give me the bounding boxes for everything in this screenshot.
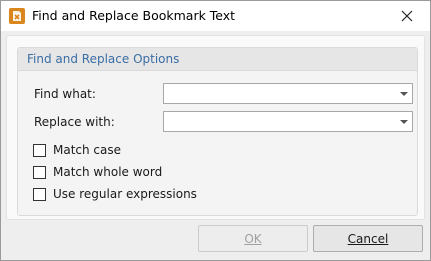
match-whole-word-checkbox[interactable]	[33, 165, 46, 179]
find-what-combobox[interactable]	[163, 83, 413, 104]
chevron-down-icon[interactable]	[400, 120, 408, 124]
ok-button-label: OK	[244, 231, 262, 246]
match-whole-word-label: Match whole word	[53, 165, 163, 179]
find-replace-options-group: Find and Replace Options Find what: Repl…	[17, 47, 418, 216]
dialog-window: Find and Replace Bookmark Text Find and …	[0, 0, 431, 261]
replace-with-label: Replace with:	[34, 115, 115, 129]
cancel-button[interactable]: Cancel	[313, 225, 423, 252]
content-panel: Find and Replace Options Find what: Repl…	[6, 35, 425, 220]
cancel-button-label: Cancel	[347, 231, 389, 246]
replace-with-combobox[interactable]	[163, 111, 413, 132]
match-case-checkbox[interactable]	[33, 143, 46, 157]
group-title: Find and Replace Options	[27, 52, 180, 66]
match-whole-word-option[interactable]: Match whole word	[33, 164, 162, 180]
close-button[interactable]	[384, 1, 430, 31]
use-regex-option[interactable]: Use regular expressions	[33, 186, 197, 202]
close-icon	[401, 10, 413, 22]
match-case-label: Match case	[53, 143, 122, 157]
use-regex-label: Use regular expressions	[53, 187, 197, 201]
title-bar: Find and Replace Bookmark Text	[1, 1, 430, 31]
chevron-down-icon[interactable]	[400, 92, 408, 96]
use-regex-checkbox[interactable]	[33, 187, 46, 201]
ok-button[interactable]: OK	[198, 225, 308, 252]
group-header: Find and Replace Options	[18, 48, 417, 71]
pdf-xchange-icon	[9, 8, 25, 24]
find-what-label: Find what:	[34, 87, 96, 101]
match-case-option[interactable]: Match case	[33, 142, 121, 158]
dialog-title: Find and Replace Bookmark Text	[32, 8, 236, 23]
